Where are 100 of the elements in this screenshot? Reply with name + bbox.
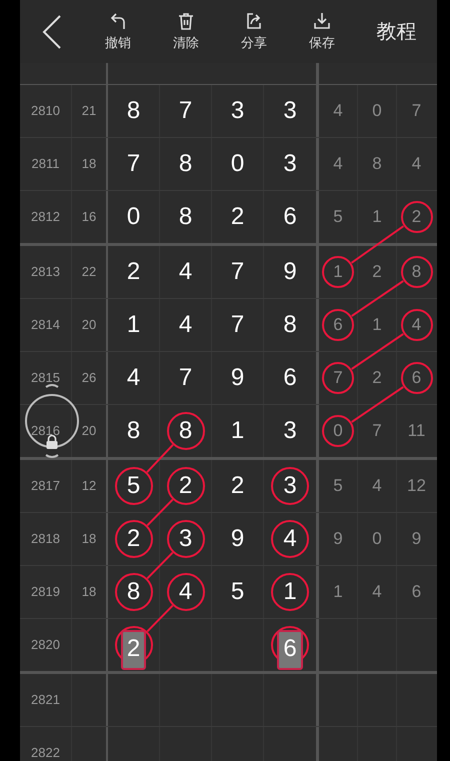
sum-value: 16	[82, 208, 96, 226]
digit: 0	[126, 202, 142, 232]
digit: 2	[371, 261, 383, 284]
digit: 4	[126, 363, 142, 393]
circled-digit: 0	[322, 415, 354, 447]
digit: 4	[332, 100, 344, 122]
circled-digit: 2	[114, 520, 152, 558]
period-number: 2815	[31, 369, 60, 388]
period-number: 2811	[32, 155, 60, 174]
digit: 9	[282, 257, 298, 287]
digit: 8	[126, 96, 142, 126]
digit: 8	[282, 310, 298, 340]
digit: 7	[126, 149, 142, 179]
digit: 5	[230, 577, 246, 607]
circled-digit: 8	[166, 412, 204, 450]
digit: 4	[178, 310, 194, 340]
circled-digit: 5	[114, 467, 152, 505]
circled-digit: 1	[322, 256, 354, 288]
connector-line	[351, 386, 404, 423]
digit: 4	[332, 153, 344, 176]
circled-digit: 7	[322, 362, 354, 394]
digit: 1	[230, 416, 246, 446]
digit: 8	[371, 153, 383, 176]
sum-value: 22	[82, 263, 96, 282]
digit: 3	[282, 416, 298, 446]
digit: 8	[126, 416, 142, 446]
digit: 8	[178, 202, 194, 232]
digit: 9	[410, 528, 422, 550]
share-icon	[244, 10, 264, 31]
trash-icon	[176, 10, 196, 31]
sum-value: 26	[82, 369, 96, 388]
sum-value: 18	[82, 530, 96, 548]
sum-value: 18	[82, 155, 96, 174]
digit: 9	[230, 363, 246, 393]
digit: 1	[371, 314, 383, 336]
download-icon	[312, 10, 332, 31]
toolbar-button[interactable]: 分享	[220, 0, 288, 63]
digit: 7	[178, 363, 194, 393]
connector-line	[351, 280, 404, 317]
circled-digit: 6	[322, 309, 354, 341]
sum-value: 21	[82, 102, 96, 120]
period-number: 2813	[31, 263, 60, 282]
circled-digit: 8	[400, 256, 432, 288]
sum-value: 20	[82, 422, 96, 440]
digit: 12	[406, 475, 427, 498]
digit: 7	[371, 420, 383, 442]
digit: 6	[282, 363, 298, 393]
digit: 7	[178, 96, 194, 126]
period-number: 2812	[31, 208, 60, 226]
sum-value: 18	[82, 583, 96, 602]
digit: 1	[371, 206, 383, 228]
digit: 7	[410, 100, 422, 122]
digit: 3	[230, 96, 246, 126]
sum-value: 20	[82, 316, 96, 334]
circled-digit: 4	[166, 573, 204, 611]
digit: 0	[371, 100, 383, 122]
circled-digit: 3	[166, 520, 204, 558]
period-number: 2822	[31, 744, 60, 761]
circled-digit: 3	[271, 467, 309, 505]
period-number: 2810	[31, 102, 60, 120]
period-number: 2814	[31, 316, 60, 334]
digit: 9	[230, 524, 246, 554]
digit: 1	[332, 581, 344, 604]
circled-digit: 2	[400, 201, 432, 233]
digit: 4	[178, 257, 194, 287]
connector-line	[146, 444, 174, 473]
connector-line	[351, 225, 404, 264]
circled-digit: 2	[166, 467, 204, 505]
predicted-digit: 6	[277, 630, 303, 670]
digit: 4	[371, 581, 383, 604]
connector-line	[146, 552, 174, 580]
digit: 2	[230, 471, 246, 501]
toolbar-button[interactable]: 保存	[288, 0, 356, 63]
digit: 4	[410, 153, 422, 176]
digit: 0	[371, 528, 383, 550]
period-number: 2816	[31, 422, 60, 440]
connector-line	[146, 498, 174, 526]
period-number: 2820	[31, 636, 60, 654]
toolbar-button[interactable]: 撤销	[84, 0, 152, 63]
connector-line	[351, 333, 404, 370]
digit: 7	[230, 310, 246, 340]
lock-button[interactable]	[22, 381, 82, 461]
undo-icon	[108, 10, 128, 31]
toolbar-button[interactable]: 清除	[152, 0, 220, 63]
digit: 4	[371, 475, 383, 498]
digit: 3	[282, 149, 298, 179]
period-number: 2818	[31, 530, 60, 548]
predicted-digit: 2	[120, 630, 146, 670]
tutorial-button[interactable]: 教程	[356, 0, 437, 63]
digit: 5	[332, 206, 344, 228]
circled-digit: 1	[271, 573, 309, 611]
digit: 8	[178, 149, 194, 179]
digit: 2	[230, 202, 246, 232]
digit: 0	[230, 149, 246, 179]
period-number: 2819	[31, 583, 60, 602]
period-number: 2817	[31, 477, 60, 496]
period-number: 2821	[31, 691, 60, 710]
circled-digit: 8	[114, 573, 152, 611]
circled-digit: 4	[400, 309, 432, 341]
back-icon	[42, 14, 62, 50]
